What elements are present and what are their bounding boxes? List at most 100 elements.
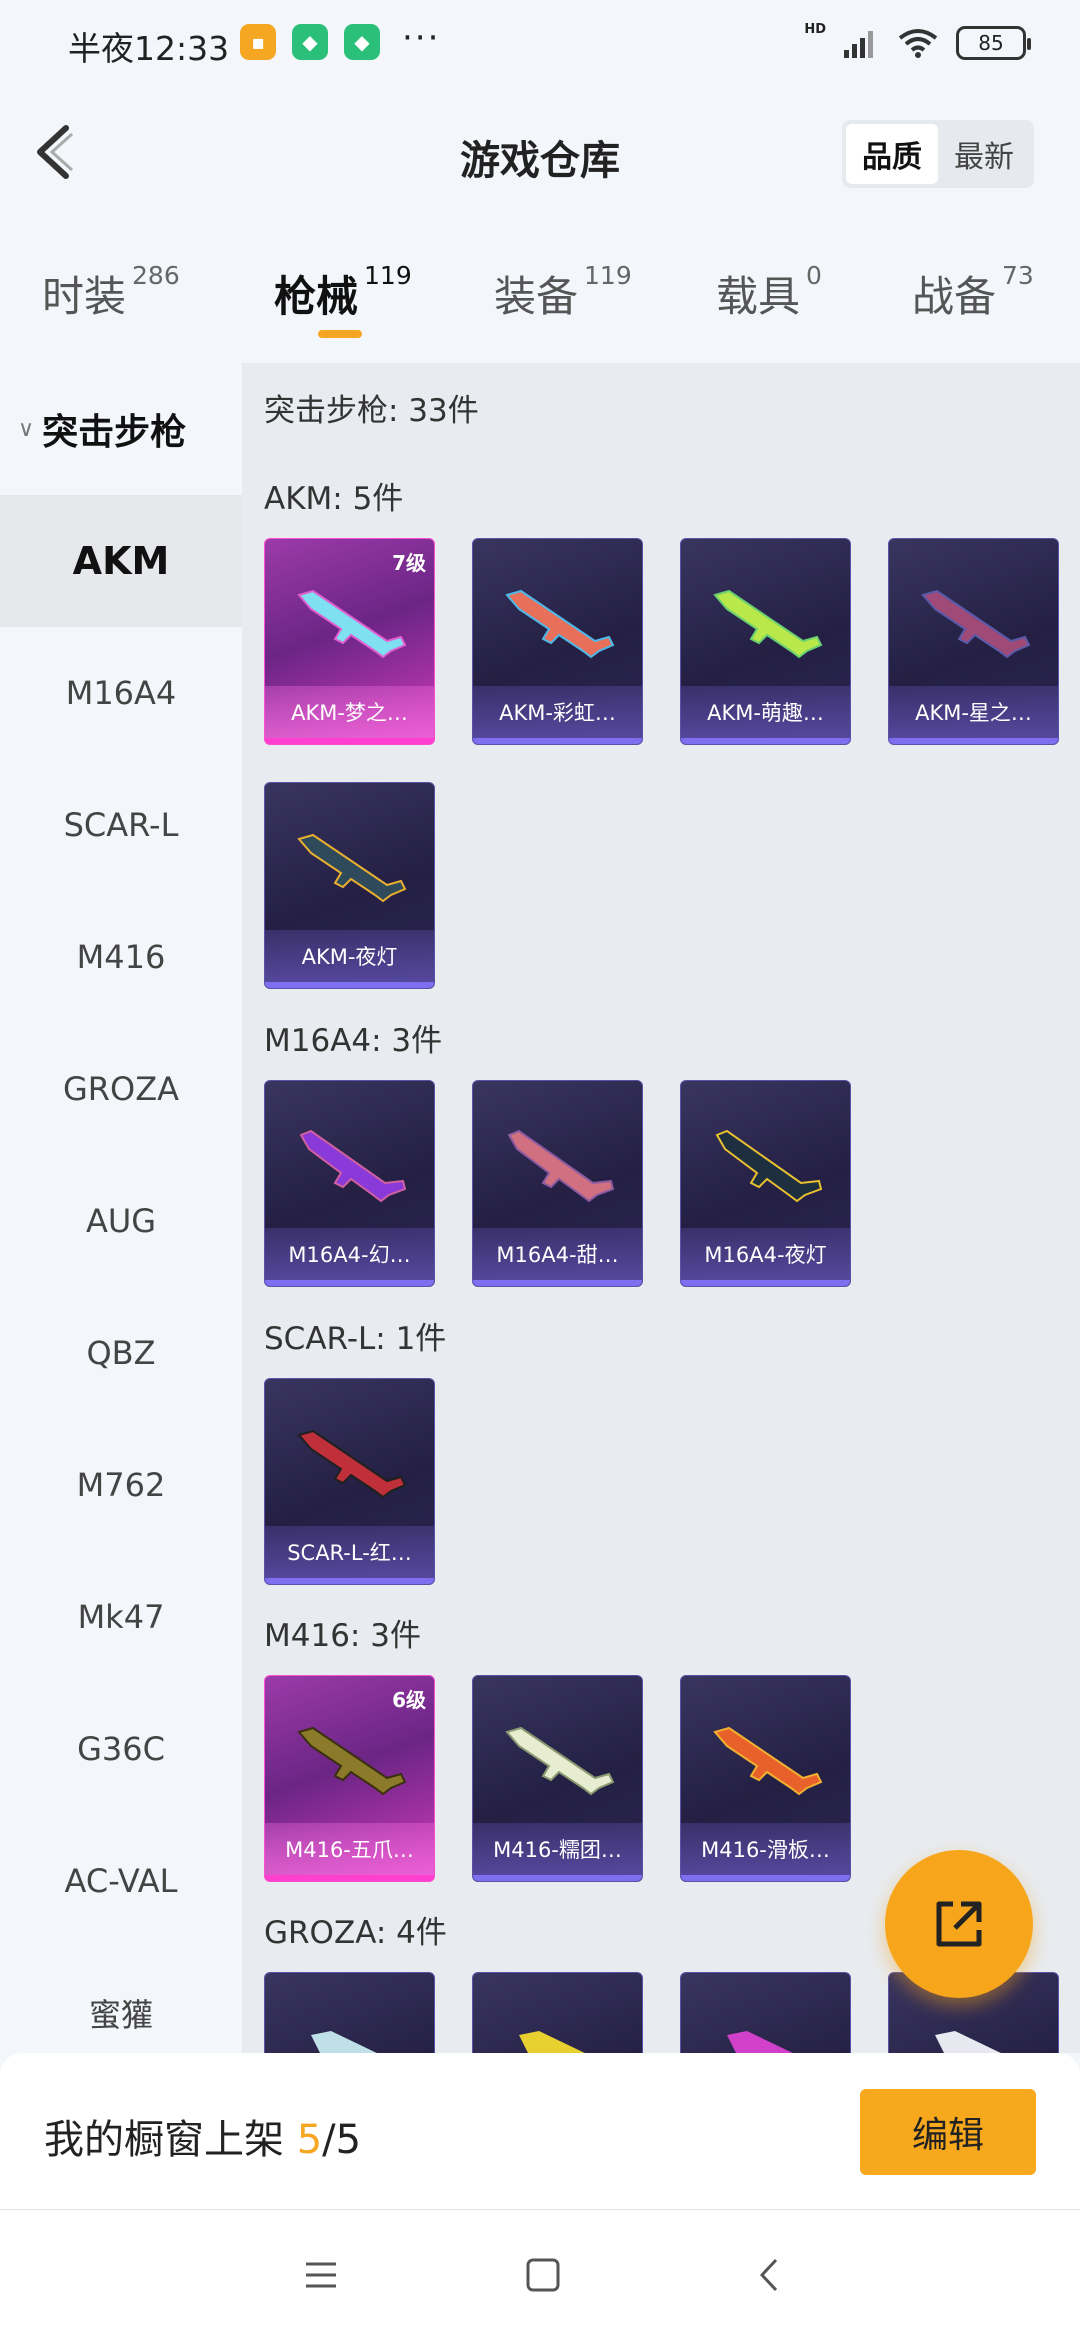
- tab-guns[interactable]: 枪械 119: [274, 261, 412, 324]
- rarity-bar: [473, 1280, 642, 1286]
- group-title-groza: GROZA: 4件: [264, 1915, 447, 1951]
- wifi-icon: [898, 29, 938, 58]
- tab-label: 时装: [42, 272, 127, 321]
- rifle-icon: [311, 2031, 377, 2053]
- skin-name: M416-五爪…: [265, 1823, 434, 1875]
- status-bar: 半夜12:33 ▪ ◆ ◆ ··· HD 85: [0, 0, 1080, 90]
- category-label: 突击步枪: [42, 412, 187, 453]
- skin-name: AKM-萌趣…: [681, 686, 850, 738]
- notification-icons: ▪ ◆ ◆: [240, 24, 380, 60]
- skin-name: M416-糯团…: [473, 1823, 642, 1875]
- tab-vehicles[interactable]: 载具 0: [716, 261, 822, 324]
- skin-card[interactable]: AKM-夜灯: [264, 782, 435, 989]
- skin-name: AKM-星之…: [889, 686, 1058, 738]
- tab-label: 装备: [494, 272, 579, 321]
- rifle-icon: [713, 589, 823, 659]
- skin-card[interactable]: M16A4-甜…: [472, 1080, 643, 1287]
- sidebar-item-groza[interactable]: GROZA: [0, 1023, 242, 1155]
- skin-card[interactable]: [680, 1972, 851, 2053]
- skin-card[interactable]: AKM-彩虹…: [472, 538, 643, 745]
- group-title-scar-l: SCAR-L: 1件: [264, 1321, 447, 1357]
- system-nav-bar: [0, 2210, 1080, 2340]
- skin-name: AKM-夜灯: [265, 930, 434, 982]
- category-header[interactable]: ∨ 突击步枪: [0, 363, 242, 495]
- skin-card[interactable]: M16A4-幻…: [264, 1080, 435, 1287]
- shield-app-icon-2: ◆: [344, 24, 380, 60]
- battery-level: 85: [978, 31, 1004, 55]
- skin-card[interactable]: 7级 AKM-梦之…: [264, 538, 435, 745]
- skin-card[interactable]: M416-滑板…: [680, 1675, 851, 1882]
- sort-quality-option[interactable]: 品质: [846, 124, 938, 184]
- rifle-icon: [715, 1129, 823, 1203]
- sidebar-item-m416[interactable]: M416: [0, 891, 242, 1023]
- rifle-icon: [713, 1726, 823, 1796]
- rifle-icon: [727, 2031, 793, 2053]
- skin-name: AKM-梦之…: [265, 686, 434, 738]
- shield-app-icon: ◆: [292, 24, 328, 60]
- tab-label: 战备: [912, 272, 997, 321]
- rifle-icon: [297, 1429, 407, 1499]
- category-tabs: 时装 286 枪械 119 装备 119 载具 0 战备 73: [0, 215, 1080, 363]
- tab-tactical[interactable]: 战备 73: [912, 261, 1034, 324]
- tab-count: 119: [364, 261, 412, 290]
- sort-newest-option[interactable]: 最新: [938, 124, 1030, 184]
- hd-label: HD: [804, 21, 826, 37]
- rifle-icon: [505, 589, 615, 659]
- share-button[interactable]: [885, 1850, 1033, 1998]
- showcase-label: 我的橱窗上架: [44, 2117, 297, 2163]
- rarity-bar: [473, 1875, 642, 1881]
- showcase-status: 我的橱窗上架 5/5: [44, 2107, 361, 2165]
- sidebar-item-ac-val[interactable]: AC-VAL: [0, 1815, 242, 1947]
- skin-name: M16A4-甜…: [473, 1228, 642, 1280]
- skin-card[interactable]: [472, 1972, 643, 2053]
- tab-equipment[interactable]: 装备 119: [494, 261, 632, 324]
- tab-fashion[interactable]: 时装 286: [42, 261, 180, 324]
- home-icon[interactable]: [518, 2250, 568, 2300]
- sidebar-item-aug[interactable]: AUG: [0, 1155, 242, 1287]
- sidebar-item-g36c[interactable]: G36C: [0, 1683, 242, 1815]
- skin-card[interactable]: 6级 M416-五爪…: [264, 1675, 435, 1882]
- skin-card[interactable]: SCAR-L-红…: [264, 1378, 435, 1585]
- showcase-current-count: 5: [296, 2117, 323, 2163]
- skin-card[interactable]: AKM-萌趣…: [680, 538, 851, 745]
- skin-name: M16A4-幻…: [265, 1228, 434, 1280]
- share-icon: [936, 1901, 982, 1947]
- gallery-app-icon: ▪: [240, 24, 276, 60]
- showcase-bar: 我的橱窗上架 5/5 编辑: [0, 2053, 1080, 2210]
- rifle-icon: [505, 1726, 615, 1796]
- rifle-icon: [297, 833, 407, 903]
- rarity-bar: [265, 982, 434, 988]
- sidebar-item-scar-l[interactable]: SCAR-L: [0, 759, 242, 891]
- rifle-icon: [299, 1129, 407, 1203]
- sidebar-item-mk47[interactable]: Mk47: [0, 1551, 242, 1683]
- rifle-icon: [507, 1129, 615, 1203]
- skin-name: AKM-彩虹…: [473, 686, 642, 738]
- signal-icon: [844, 31, 873, 58]
- menu-icon[interactable]: [296, 2250, 346, 2300]
- showcase-total-count: /5: [322, 2117, 362, 2163]
- chevron-down-icon: ∨: [18, 416, 35, 442]
- sidebar-item-qbz[interactable]: QBZ: [0, 1287, 242, 1419]
- sidebar-item-m762[interactable]: M762: [0, 1419, 242, 1551]
- edit-button[interactable]: 编辑: [860, 2089, 1036, 2175]
- tab-count: 119: [584, 261, 632, 290]
- skin-card[interactable]: M16A4-夜灯: [680, 1080, 851, 1287]
- tab-label: 枪械: [274, 272, 359, 321]
- skin-name: M416-滑板…: [681, 1823, 850, 1875]
- rarity-bar: [681, 738, 850, 744]
- rarity-bar: [473, 738, 642, 744]
- more-notifications-icon: ···: [402, 18, 441, 58]
- back-icon[interactable]: [746, 2250, 796, 2300]
- rifle-icon: [935, 2031, 1001, 2053]
- skin-card[interactable]: AKM-星之…: [888, 538, 1059, 745]
- sidebar-item-akm[interactable]: AKM: [0, 495, 242, 627]
- rarity-bar: [265, 1280, 434, 1286]
- sidebar-item-m16a4[interactable]: M16A4: [0, 627, 242, 759]
- group-title-m416: M416: 3件: [264, 1618, 421, 1654]
- group-title-m16a4: M16A4: 3件: [264, 1023, 443, 1059]
- level-badge: 7级: [392, 551, 426, 575]
- tab-count: 0: [806, 261, 822, 290]
- skin-card[interactable]: M416-糯团…: [472, 1675, 643, 1882]
- skin-card[interactable]: [264, 1972, 435, 2053]
- tab-label: 载具: [716, 272, 801, 321]
